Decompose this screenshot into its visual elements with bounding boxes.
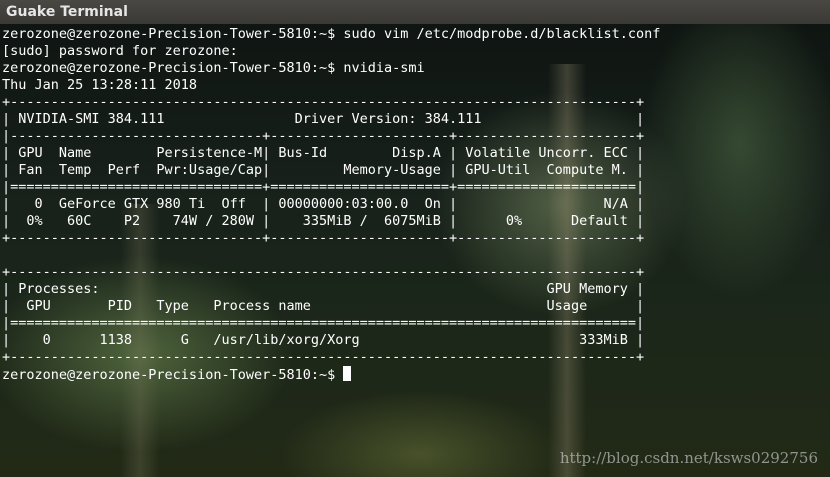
watermark: http://blog.csdn.net/ksws0292756 <box>559 449 818 467</box>
terminal-line: +-------------------------------+-------… <box>2 230 645 246</box>
terminal-line: +---------------------------------------… <box>2 94 645 110</box>
terminal-line: | NVIDIA-SMI 384.111 Driver Version: 384… <box>2 111 645 127</box>
terminal-line: | GPU Name Persistence-M| Bus-Id Disp.A … <box>2 145 645 161</box>
text-cursor <box>343 366 352 381</box>
terminal-line: +---------------------------------------… <box>2 349 645 365</box>
terminal-line: | 0 1138 G /usr/lib/xorg/Xorg 333MiB | <box>2 332 645 348</box>
terminal-line: |=======================================… <box>2 315 645 331</box>
terminal-line: | Fan Temp Perf Pwr:Usage/Cap| Memory-Us… <box>2 162 645 178</box>
terminal-line: [sudo] password for zerozone: <box>2 43 238 59</box>
terminal-line: +---------------------------------------… <box>2 264 645 280</box>
terminal-line: zerozone@zerozone-Precision-Tower-5810:~… <box>2 26 661 42</box>
terminal-line: | GPU PID Type Process name Usage | <box>2 298 645 314</box>
terminal-line: | Processes: GPU Memory | <box>2 281 645 297</box>
terminal-line: | 0% 60C P2 74W / 280W | 335MiB / 6075Mi… <box>2 213 645 229</box>
guake-terminal-window: Guake Terminal zerozone@zerozone-Precisi… <box>0 0 830 477</box>
terminal-area[interactable]: zerozone@zerozone-Precision-Tower-5810:~… <box>0 24 830 477</box>
terminal-line: zerozone@zerozone-Precision-Tower-5810:~… <box>2 60 425 76</box>
terminal-line: | 0 GeForce GTX 980 Ti Off | 00000000:03… <box>2 196 645 212</box>
terminal-line: |===============================+=======… <box>2 179 645 195</box>
terminal-line: Thu Jan 25 13:28:11 2018 <box>2 77 198 93</box>
window-title: Guake Terminal <box>0 0 830 24</box>
terminal-prompt-line[interactable]: zerozone@zerozone-Precision-Tower-5810:~… <box>2 366 660 383</box>
terminal-prompt: zerozone@zerozone-Precision-Tower-5810:~… <box>2 367 344 383</box>
terminal-output: zerozone@zerozone-Precision-Tower-5810:~… <box>2 26 660 383</box>
terminal-line: |-------------------------------+-------… <box>2 128 645 144</box>
